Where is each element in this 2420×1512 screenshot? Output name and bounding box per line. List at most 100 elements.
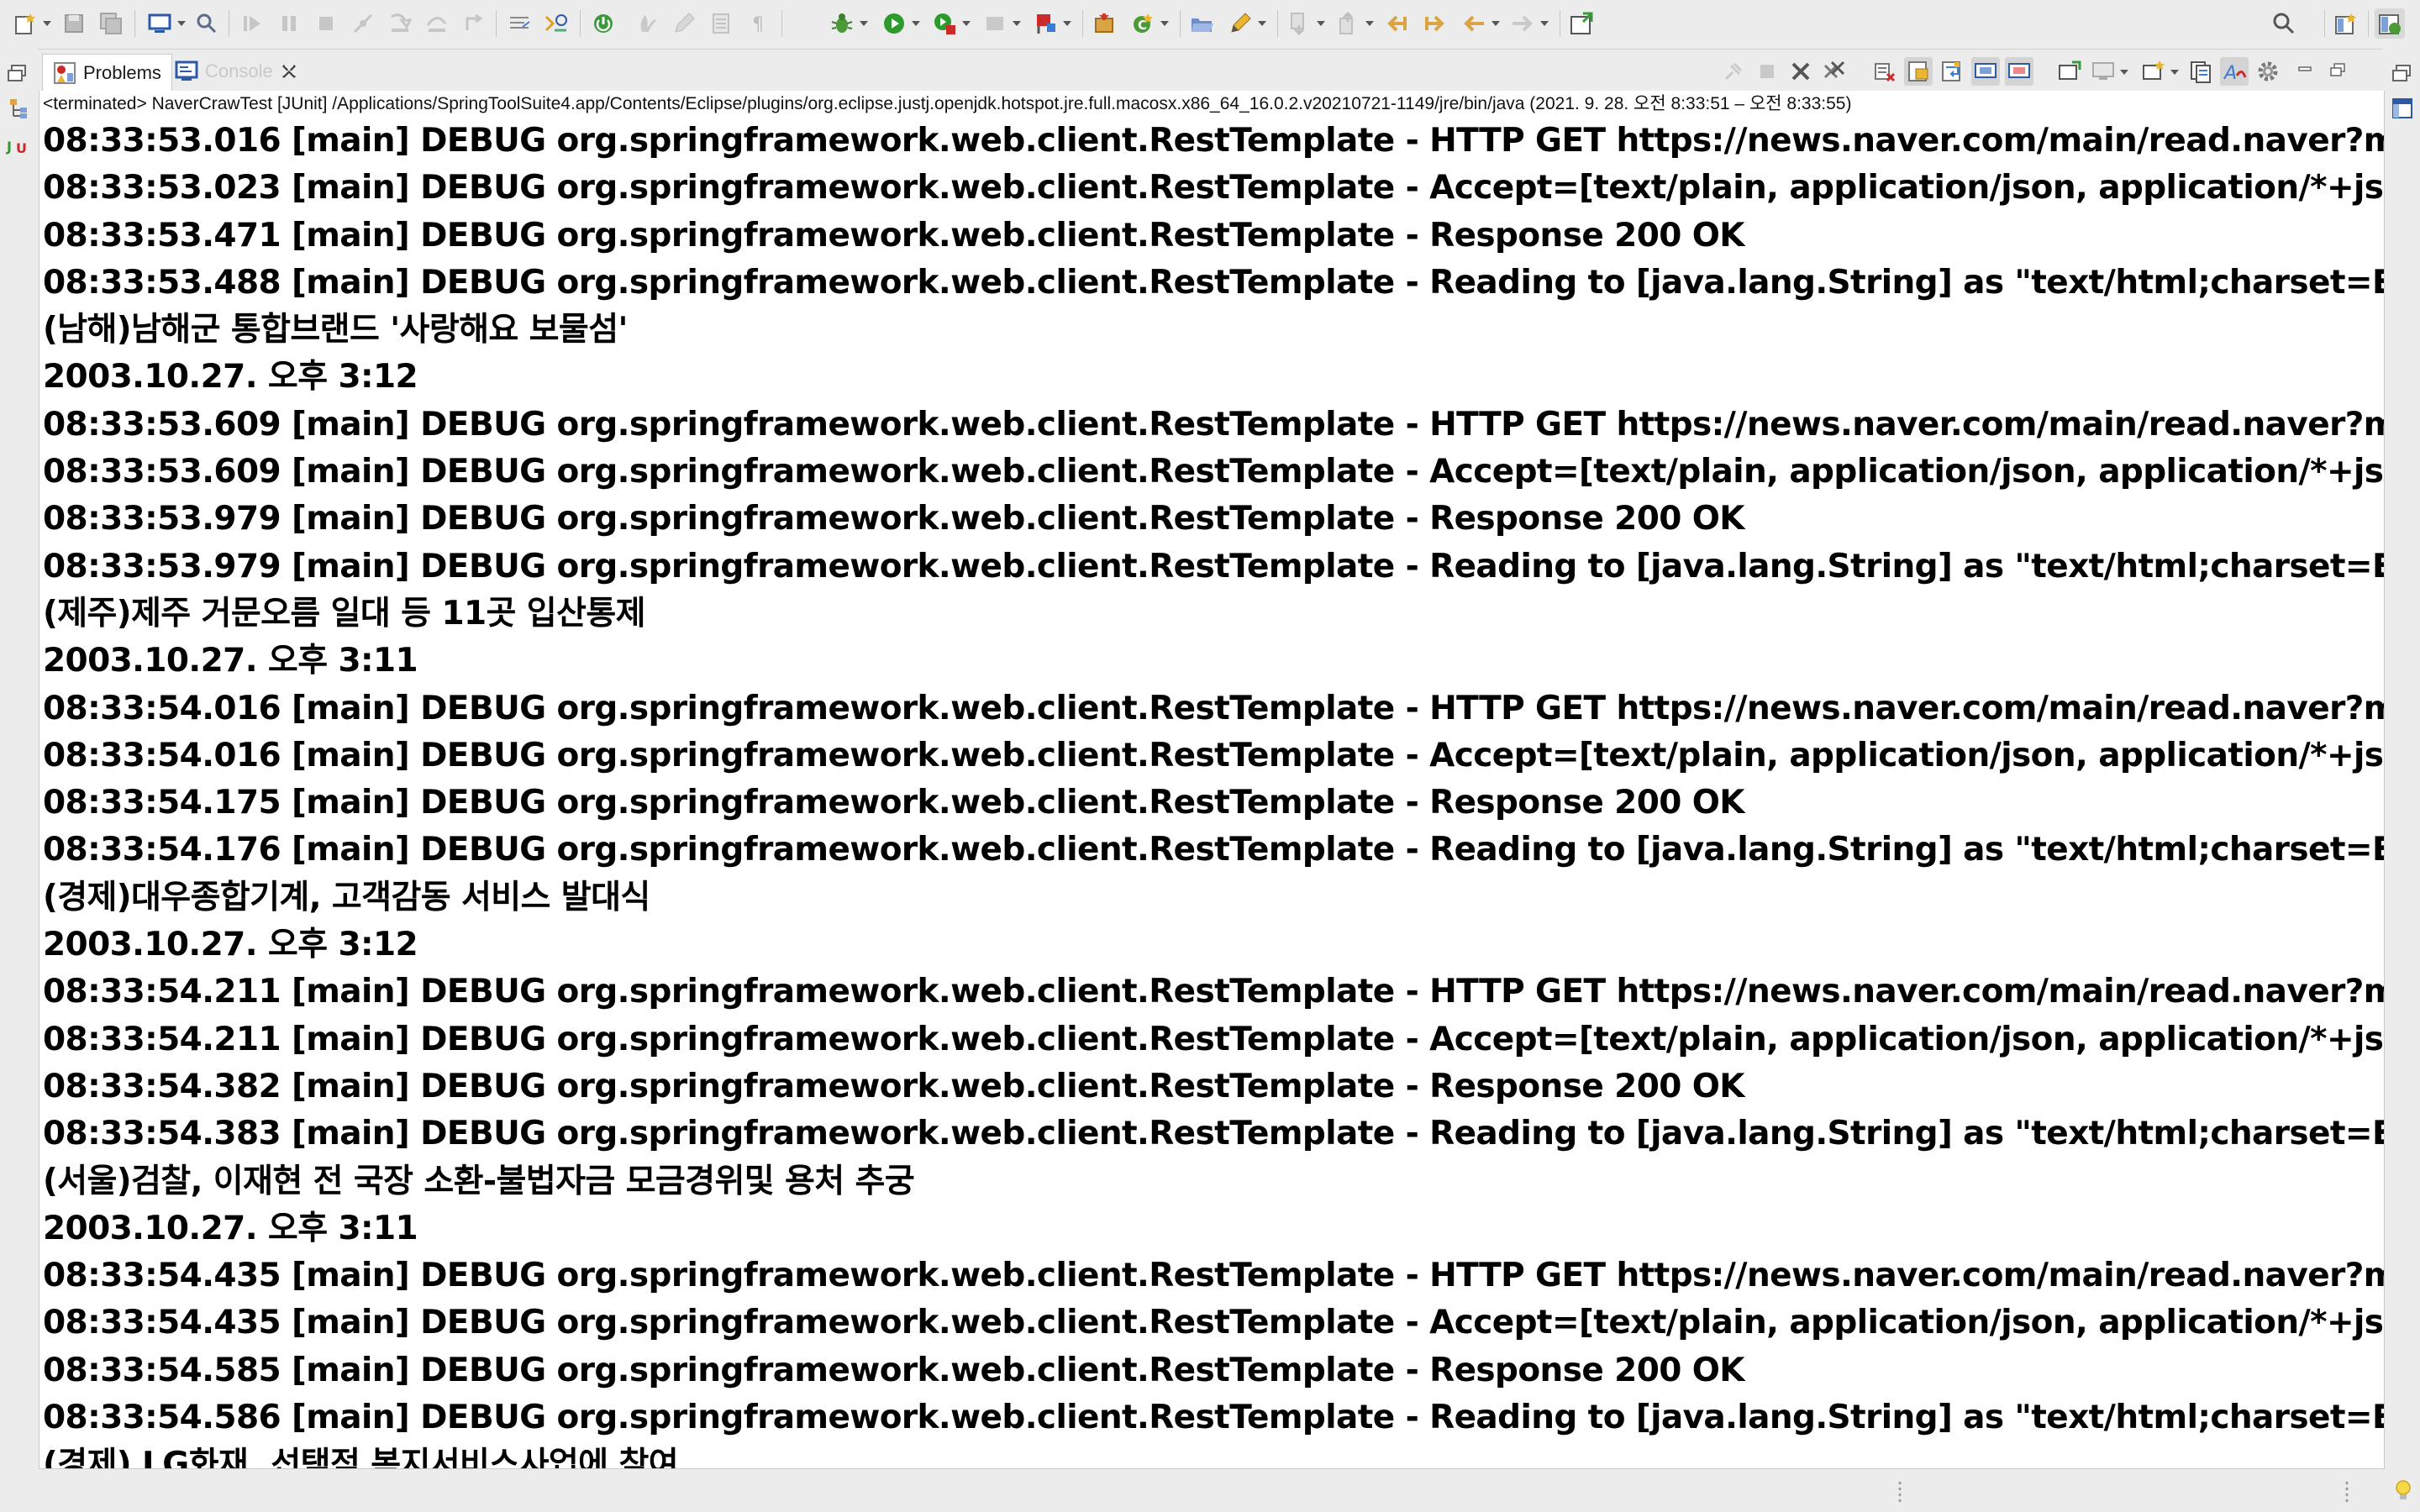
step-over-icon[interactable] — [422, 8, 452, 39]
forward-dropdown[interactable] — [1539, 8, 1549, 39]
prev-annotation-icon[interactable] — [1333, 8, 1363, 39]
toggle-mark-icon[interactable] — [541, 8, 571, 39]
paragraph-icon[interactable]: ¶ — [743, 8, 773, 39]
open-folder-icon[interactable] — [1186, 8, 1217, 39]
console-view[interactable]: <terminated> NaverCrawTest [JUnit] /Appl… — [39, 91, 2385, 1469]
search-icon-small[interactable] — [192, 8, 222, 39]
prev-annotation-dropdown[interactable] — [1365, 8, 1375, 39]
new-window-icon[interactable] — [1566, 8, 1597, 39]
new-console-icon[interactable] — [2139, 57, 2168, 86]
display-console-dropdown[interactable] — [2119, 57, 2129, 87]
highlight-icon[interactable]: A — [2220, 57, 2249, 86]
right-trim-stack — [2383, 49, 2420, 1512]
console-line: 08:33:54.586 [main] DEBUG org.springfram… — [43, 1399, 2385, 1437]
console-line: (제주)제주 거문오름 일대 등 11곳 입산통제 — [43, 594, 645, 633]
close-icon[interactable] — [280, 62, 298, 81]
console-line: 08:33:53.979 [main] DEBUG org.springfram… — [43, 547, 2385, 585]
console-line: 08:33:53.609 [main] DEBUG org.springfram… — [43, 405, 2384, 444]
lightbulb-icon[interactable] — [2391, 1478, 2415, 1504]
console-line: 08:33:54.585 [main] DEBUG org.springfram… — [43, 1351, 1745, 1389]
debug-dropdown[interactable] — [859, 8, 869, 39]
spring-boot-icon[interactable] — [588, 8, 618, 39]
back-dropdown[interactable] — [1491, 8, 1501, 39]
search-icon[interactable] — [2269, 8, 2299, 39]
console-output[interactable]: 08:33:53.016 [main] DEBUG org.springfram… — [43, 118, 2385, 1468]
restore-icon-right[interactable] — [2390, 60, 2415, 86]
new-icon[interactable] — [10, 8, 40, 39]
external-tools-icon[interactable] — [1030, 8, 1060, 39]
save-all-icon[interactable] — [96, 8, 126, 39]
console-icon — [175, 60, 198, 83]
pencil-dropdown[interactable] — [1257, 8, 1267, 39]
minimize-icon[interactable] — [2291, 57, 2319, 86]
status-bar-grip — [1897, 1480, 1902, 1504]
outline-icon[interactable] — [2390, 96, 2415, 121]
next-annotation-dropdown[interactable] — [1316, 8, 1326, 39]
word-wrap-icon[interactable] — [1938, 57, 1966, 86]
back-icon[interactable] — [1459, 8, 1489, 39]
console-line: 08:33:54.211 [main] DEBUG org.springfram… — [43, 1020, 2385, 1058]
remove-launch-icon[interactable] — [1786, 57, 1815, 86]
show-whitespace-icon[interactable] — [504, 8, 534, 39]
console-line: 08:33:54.382 [main] DEBUG org.springfram… — [43, 1067, 1745, 1105]
coverage-icon[interactable] — [929, 8, 960, 39]
external-tools-dropdown[interactable] — [1062, 8, 1072, 39]
edit-icon[interactable] — [669, 8, 699, 39]
clear-console-icon[interactable] — [1870, 57, 1899, 86]
open-type-icon[interactable] — [145, 8, 175, 39]
package-icon[interactable] — [1089, 8, 1119, 39]
save-icon[interactable] — [59, 8, 89, 39]
restore-icon[interactable] — [5, 60, 30, 86]
package-explorer-icon[interactable] — [5, 96, 30, 121]
jump-icon[interactable] — [1420, 8, 1450, 39]
show-on-stdout-icon[interactable] — [1971, 57, 2000, 86]
junit-icon[interactable]: JU — [5, 133, 30, 158]
forward-icon[interactable] — [1507, 8, 1538, 39]
terminate-icon[interactable] — [311, 8, 341, 39]
console-line: (경제)대우종합기계, 고객감동 서비스 발대식 — [43, 878, 650, 916]
stop-icon[interactable] — [980, 8, 1010, 39]
debug-icon[interactable] — [827, 8, 857, 39]
show-on-stderr-icon[interactable] — [2005, 57, 2033, 86]
settings-icon[interactable] — [2254, 57, 2282, 86]
copy-icon[interactable] — [2186, 57, 2215, 86]
pencil-icon[interactable] — [1225, 8, 1255, 39]
display-console-icon[interactable] — [2089, 57, 2118, 86]
svg-text:U: U — [16, 140, 27, 156]
new-console-dropdown[interactable] — [2170, 57, 2180, 87]
block-icon[interactable] — [706, 8, 736, 39]
console-line: 08:33:53.016 [main] DEBUG org.springfram… — [43, 122, 2384, 160]
resume-icon[interactable] — [237, 8, 267, 39]
new-dropdown[interactable] — [42, 8, 52, 39]
console-line: 08:33:54.016 [main] DEBUG org.springfram… — [43, 736, 2385, 774]
step-into-icon[interactable] — [385, 8, 415, 39]
last-edit-icon[interactable] — [1381, 8, 1412, 39]
open-console-icon[interactable] — [2055, 57, 2084, 86]
tab-console[interactable]: Console — [165, 54, 308, 89]
spring-perspective-icon[interactable] — [2375, 8, 2405, 39]
step-return-icon[interactable] — [459, 8, 489, 39]
open-perspective-icon[interactable] — [2331, 8, 2361, 39]
remove-all-launches-icon[interactable] — [1820, 57, 1849, 86]
open-type-dropdown[interactable] — [176, 8, 187, 39]
svg-text:A: A — [2223, 63, 2237, 84]
new-class-dropdown[interactable] — [1160, 8, 1170, 39]
run-icon[interactable] — [879, 8, 909, 39]
terminate-console-icon[interactable] — [1753, 57, 1781, 86]
suspend-icon[interactable] — [274, 8, 304, 39]
run-dropdown[interactable] — [911, 8, 921, 39]
coverage-dropdown[interactable] — [961, 8, 971, 39]
pin-console-icon[interactable] — [1719, 57, 1748, 86]
disconnect-icon[interactable] — [348, 8, 378, 39]
tab-problems[interactable]: Problems — [42, 54, 172, 91]
stop-dropdown[interactable] — [1012, 8, 1022, 39]
status-bar — [0, 1470, 2420, 1512]
console-line: 2003.10.27. 오후 3:12 — [43, 926, 418, 964]
scroll-lock-icon[interactable] — [1904, 57, 1933, 86]
console-line: 08:33:53.488 [main] DEBUG org.springfram… — [43, 263, 2385, 302]
new-class-icon[interactable]: C — [1128, 8, 1158, 39]
annotation-icon[interactable] — [632, 8, 662, 39]
console-line: 08:33:54.016 [main] DEBUG org.springfram… — [43, 689, 2384, 727]
next-annotation-icon[interactable] — [1284, 8, 1314, 39]
maximize-icon[interactable] — [2324, 57, 2353, 86]
